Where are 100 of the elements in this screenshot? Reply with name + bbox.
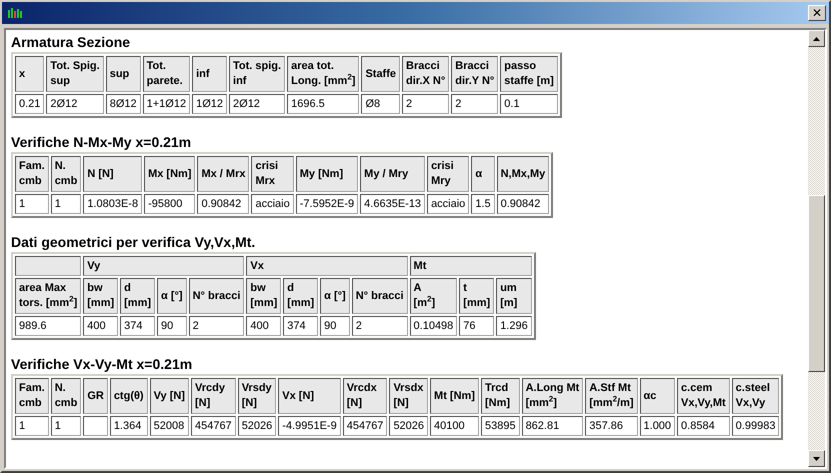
table-cell: 1.364 [110,416,148,436]
column-header: Tot. Spig. sup [46,56,104,92]
table-cell: 2 [352,316,408,336]
table-cell: 0.21 [15,94,44,114]
table-cell: 8Ø12 [106,94,141,114]
column-header: Tot. parete. [142,56,190,92]
column-header: αc [640,378,676,414]
column-header: ctg(θ) [110,378,148,414]
column-header: Vrsdy [N] [238,378,276,414]
column-header: crisi Mry [427,156,470,192]
table-cell: 4.6635E-13 [360,194,426,214]
column-header: um [m] [496,278,532,314]
close-button[interactable]: ✕ [808,5,826,21]
section-title: Verifiche N-Mx-My x=0.21m [11,134,192,151]
scroll-thumb[interactable] [808,195,825,372]
down-arrow-icon [813,456,820,460]
column-header: bw [mm] [246,278,282,314]
table-cell: 1 [50,194,82,214]
column-header: Mt [Nm] [430,378,479,414]
table-cell: 1.0803E-8 [83,194,142,214]
table-cell: 454767 [342,416,388,436]
table-cell: 1 [15,194,49,214]
table-cell: 53895 [480,416,520,436]
table-cell: 0.1 [500,94,558,114]
table-cell: 400 [246,316,282,336]
column-header: sup [106,56,141,92]
column-header: c.cem Vx,Vy,Mt [677,378,730,414]
table-cell: 1+1Ø12 [142,94,190,114]
table-cell: 2Ø12 [229,94,286,114]
table-cell: 1.000 [640,416,676,436]
column-header: N. cmb [50,156,82,192]
table-cell: 1.296 [496,316,532,336]
table-cell: 90 [320,316,350,336]
table-cell: 2 [402,94,450,114]
table-cell: 52008 [150,416,189,436]
scrollbar[interactable] [808,30,825,467]
table-cell: -95800 [144,194,196,214]
up-arrow-icon [813,36,820,40]
column-header: N,Mx,My [496,156,550,192]
column-header: x [15,56,44,92]
table-cell: 374 [283,316,318,336]
column-header: N° bracci [352,278,408,314]
column-header: d [mm] [120,278,156,314]
column-header: Bracci dir.X N° [402,56,450,92]
column-header: α [471,156,495,192]
table-cell: 52026 [238,416,276,436]
column-header: α [°] [320,278,350,314]
table-cell: 0.8584 [677,416,730,436]
column-header: area Max tors. [mm$^{2}$] [15,278,82,314]
table-cell: 1.5 [471,194,495,214]
column-header: My [Nm] [296,156,358,192]
column-header: Staffe [361,56,400,92]
column-header: N° bracci [188,278,244,314]
table-cell: 989.6 [15,316,82,336]
column-header: Vrcdx [N] [342,378,388,414]
column-header: Tot. spig. inf [229,56,286,92]
column-header: GR [83,378,108,414]
column-header: Fam. cmb [15,378,49,414]
table-cell: 0.99983 [732,416,780,436]
column-header: A.Stf Mt [mm$^{2}$/m] [585,378,638,414]
table-cell: 454767 [190,416,236,436]
column-header: N. cmb [50,378,82,414]
column-header: passo staffe [m] [500,56,558,92]
column-header: A.Long Mt [mm$^{2}$] [522,378,584,414]
column-header: Trcd [Nm] [480,378,520,414]
table-cell: 2 [451,94,498,114]
column-header: Vy [N] [150,378,189,414]
group-header: Vx [246,256,408,276]
table-cell: -7.5952E-9 [296,194,358,214]
table-cell: 1 [50,416,82,436]
table-cell: Ø8 [361,94,400,114]
column-header: bw [mm] [83,278,118,314]
column-header: A [m$^{2}$] [410,278,458,314]
section-title: Verifiche Vx-Vy-Mt x=0.21m [11,356,192,373]
table-cell: 1Ø12 [192,94,228,114]
group-header: Mt [410,256,532,276]
table-cell: acciaio [427,194,470,214]
column-header: Fam. cmb [15,156,49,192]
column-header: Bracci dir.Y N° [451,56,498,92]
table-cell: 0.90842 [496,194,550,214]
scroll-down-button[interactable] [808,450,825,467]
table-cell: 862.81 [522,416,584,436]
app-icon [7,8,23,18]
table-cell: 1 [15,416,49,436]
column-header: My / Mry [360,156,426,192]
group-header: Vy [83,256,244,276]
table-cell: 2Ø12 [46,94,104,114]
table-cell: 0.90842 [197,194,250,214]
table-cell: 40100 [430,416,479,436]
column-header: N [N] [83,156,142,192]
scroll-up-button[interactable] [808,30,825,47]
table-cell: 1696.5 [287,94,360,114]
table-cell: 357.86 [585,416,638,436]
section-title: Dati geometrici per verifica Vy,Vx,Mt. [11,234,256,251]
column-header: inf [192,56,228,92]
column-header: c.steel Vx,Vy [732,378,780,414]
column-header: area tot. Long. [mm$^{2}$] [287,56,360,92]
table-cell: 52026 [389,416,428,436]
table-cell: 0.10498 [410,316,458,336]
column-header: Vrsdx [N] [389,378,428,414]
